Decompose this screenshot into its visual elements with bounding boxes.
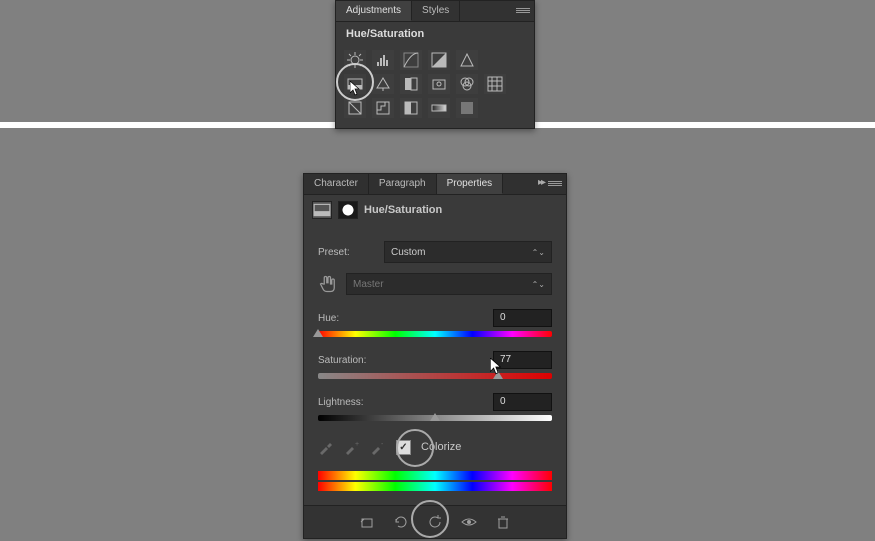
adjustments-tabbar: Adjustments Styles [336, 1, 534, 22]
adjustments-panel: Adjustments Styles Hue/Saturation [335, 0, 535, 129]
reset-icon[interactable] [426, 513, 444, 531]
clip-to-layer-icon[interactable] [358, 513, 376, 531]
dropdown-caret-icon: ⌃⌄ [532, 280, 545, 289]
exposure-icon[interactable] [428, 50, 450, 70]
channel-mixer-icon[interactable] [456, 74, 478, 94]
targeted-adjust-icon[interactable] [318, 275, 338, 293]
dropdown-caret-icon: ⌃⌄ [532, 248, 545, 257]
colorize-label: Colorize [421, 441, 461, 453]
tab-adjustments[interactable]: Adjustments [336, 1, 412, 21]
lightness-thumb-icon[interactable] [430, 413, 440, 421]
preset-value: Custom [391, 247, 425, 258]
lightness-label: Lightness: [318, 397, 364, 408]
color-balance-icon[interactable] [372, 74, 394, 94]
preset-dropdown[interactable]: Custom ⌃⌄ [384, 241, 552, 263]
preset-label: Preset: [318, 247, 376, 258]
threshold-icon[interactable] [400, 98, 422, 118]
properties-tabbar: Character Paragraph Properties ▸▸ [304, 174, 566, 195]
delete-trash-icon[interactable] [494, 513, 512, 531]
tab-character[interactable]: Character [304, 174, 369, 194]
adjustment-thumb-icon[interactable] [312, 201, 332, 219]
levels-icon[interactable] [372, 50, 394, 70]
svg-text:+: + [355, 441, 359, 448]
hue-saturation-icon[interactable] [344, 74, 366, 94]
selective-color-icon[interactable] [456, 98, 478, 118]
eyedropper-subtract-icon: - [370, 439, 386, 455]
hue-value-field[interactable]: 0 [493, 309, 552, 327]
brightness-contrast-icon[interactable] [344, 50, 366, 70]
invert-icon[interactable] [344, 98, 366, 118]
tab-styles[interactable]: Styles [412, 1, 460, 21]
vibrance-icon[interactable] [456, 50, 478, 70]
tab-paragraph[interactable]: Paragraph [369, 174, 437, 194]
saturation-label: Saturation: [318, 355, 366, 366]
channel-value: Master [353, 279, 384, 290]
properties-panel: Character Paragraph Properties ▸▸ Hue/Sa… [303, 173, 567, 539]
black-white-icon[interactable] [400, 74, 422, 94]
photo-filter-icon[interactable] [428, 74, 450, 94]
saturation-track[interactable] [318, 373, 552, 379]
saturation-slider: Saturation: 77 [318, 351, 552, 379]
output-spectrum [318, 482, 552, 491]
properties-title: Hue/Saturation [364, 204, 442, 216]
layer-mask-icon[interactable] [338, 201, 358, 219]
hue-label: Hue: [318, 313, 339, 324]
hue-track[interactable] [318, 331, 552, 337]
adjustments-title: Hue/Saturation [336, 22, 534, 42]
lightness-value-field[interactable]: 0 [493, 393, 552, 411]
posterize-icon[interactable] [372, 98, 394, 118]
hue-thumb-icon[interactable] [313, 329, 323, 337]
input-spectrum [318, 471, 552, 480]
curves-icon[interactable] [400, 50, 422, 70]
adjustments-grid [336, 42, 534, 128]
properties-footer [304, 505, 566, 538]
channel-dropdown: Master ⌃⌄ [346, 273, 552, 295]
lightness-track[interactable] [318, 415, 552, 421]
saturation-thumb-icon[interactable] [493, 371, 503, 379]
view-previous-state-icon[interactable] [392, 513, 410, 531]
color-lookup-icon[interactable] [484, 74, 506, 94]
saturation-value-field[interactable]: 77 [493, 351, 552, 369]
colorize-checkbox[interactable]: ✓ [396, 440, 411, 455]
color-range-bars [318, 471, 552, 491]
visibility-eye-icon[interactable] [460, 513, 478, 531]
properties-header: Hue/Saturation [304, 195, 566, 225]
tab-properties[interactable]: Properties [437, 174, 504, 194]
hue-slider: Hue: 0 [318, 309, 552, 337]
svg-text:-: - [381, 441, 384, 448]
panel-menu-icon[interactable] [548, 177, 562, 189]
lightness-slider: Lightness: 0 [318, 393, 552, 421]
eyedropper-icon [318, 439, 334, 455]
gradient-map-icon[interactable] [428, 98, 450, 118]
panel-menu-icon[interactable] [516, 4, 530, 16]
collapse-icon[interactable]: ▸▸ [538, 177, 544, 188]
eyedropper-add-icon: + [344, 439, 360, 455]
